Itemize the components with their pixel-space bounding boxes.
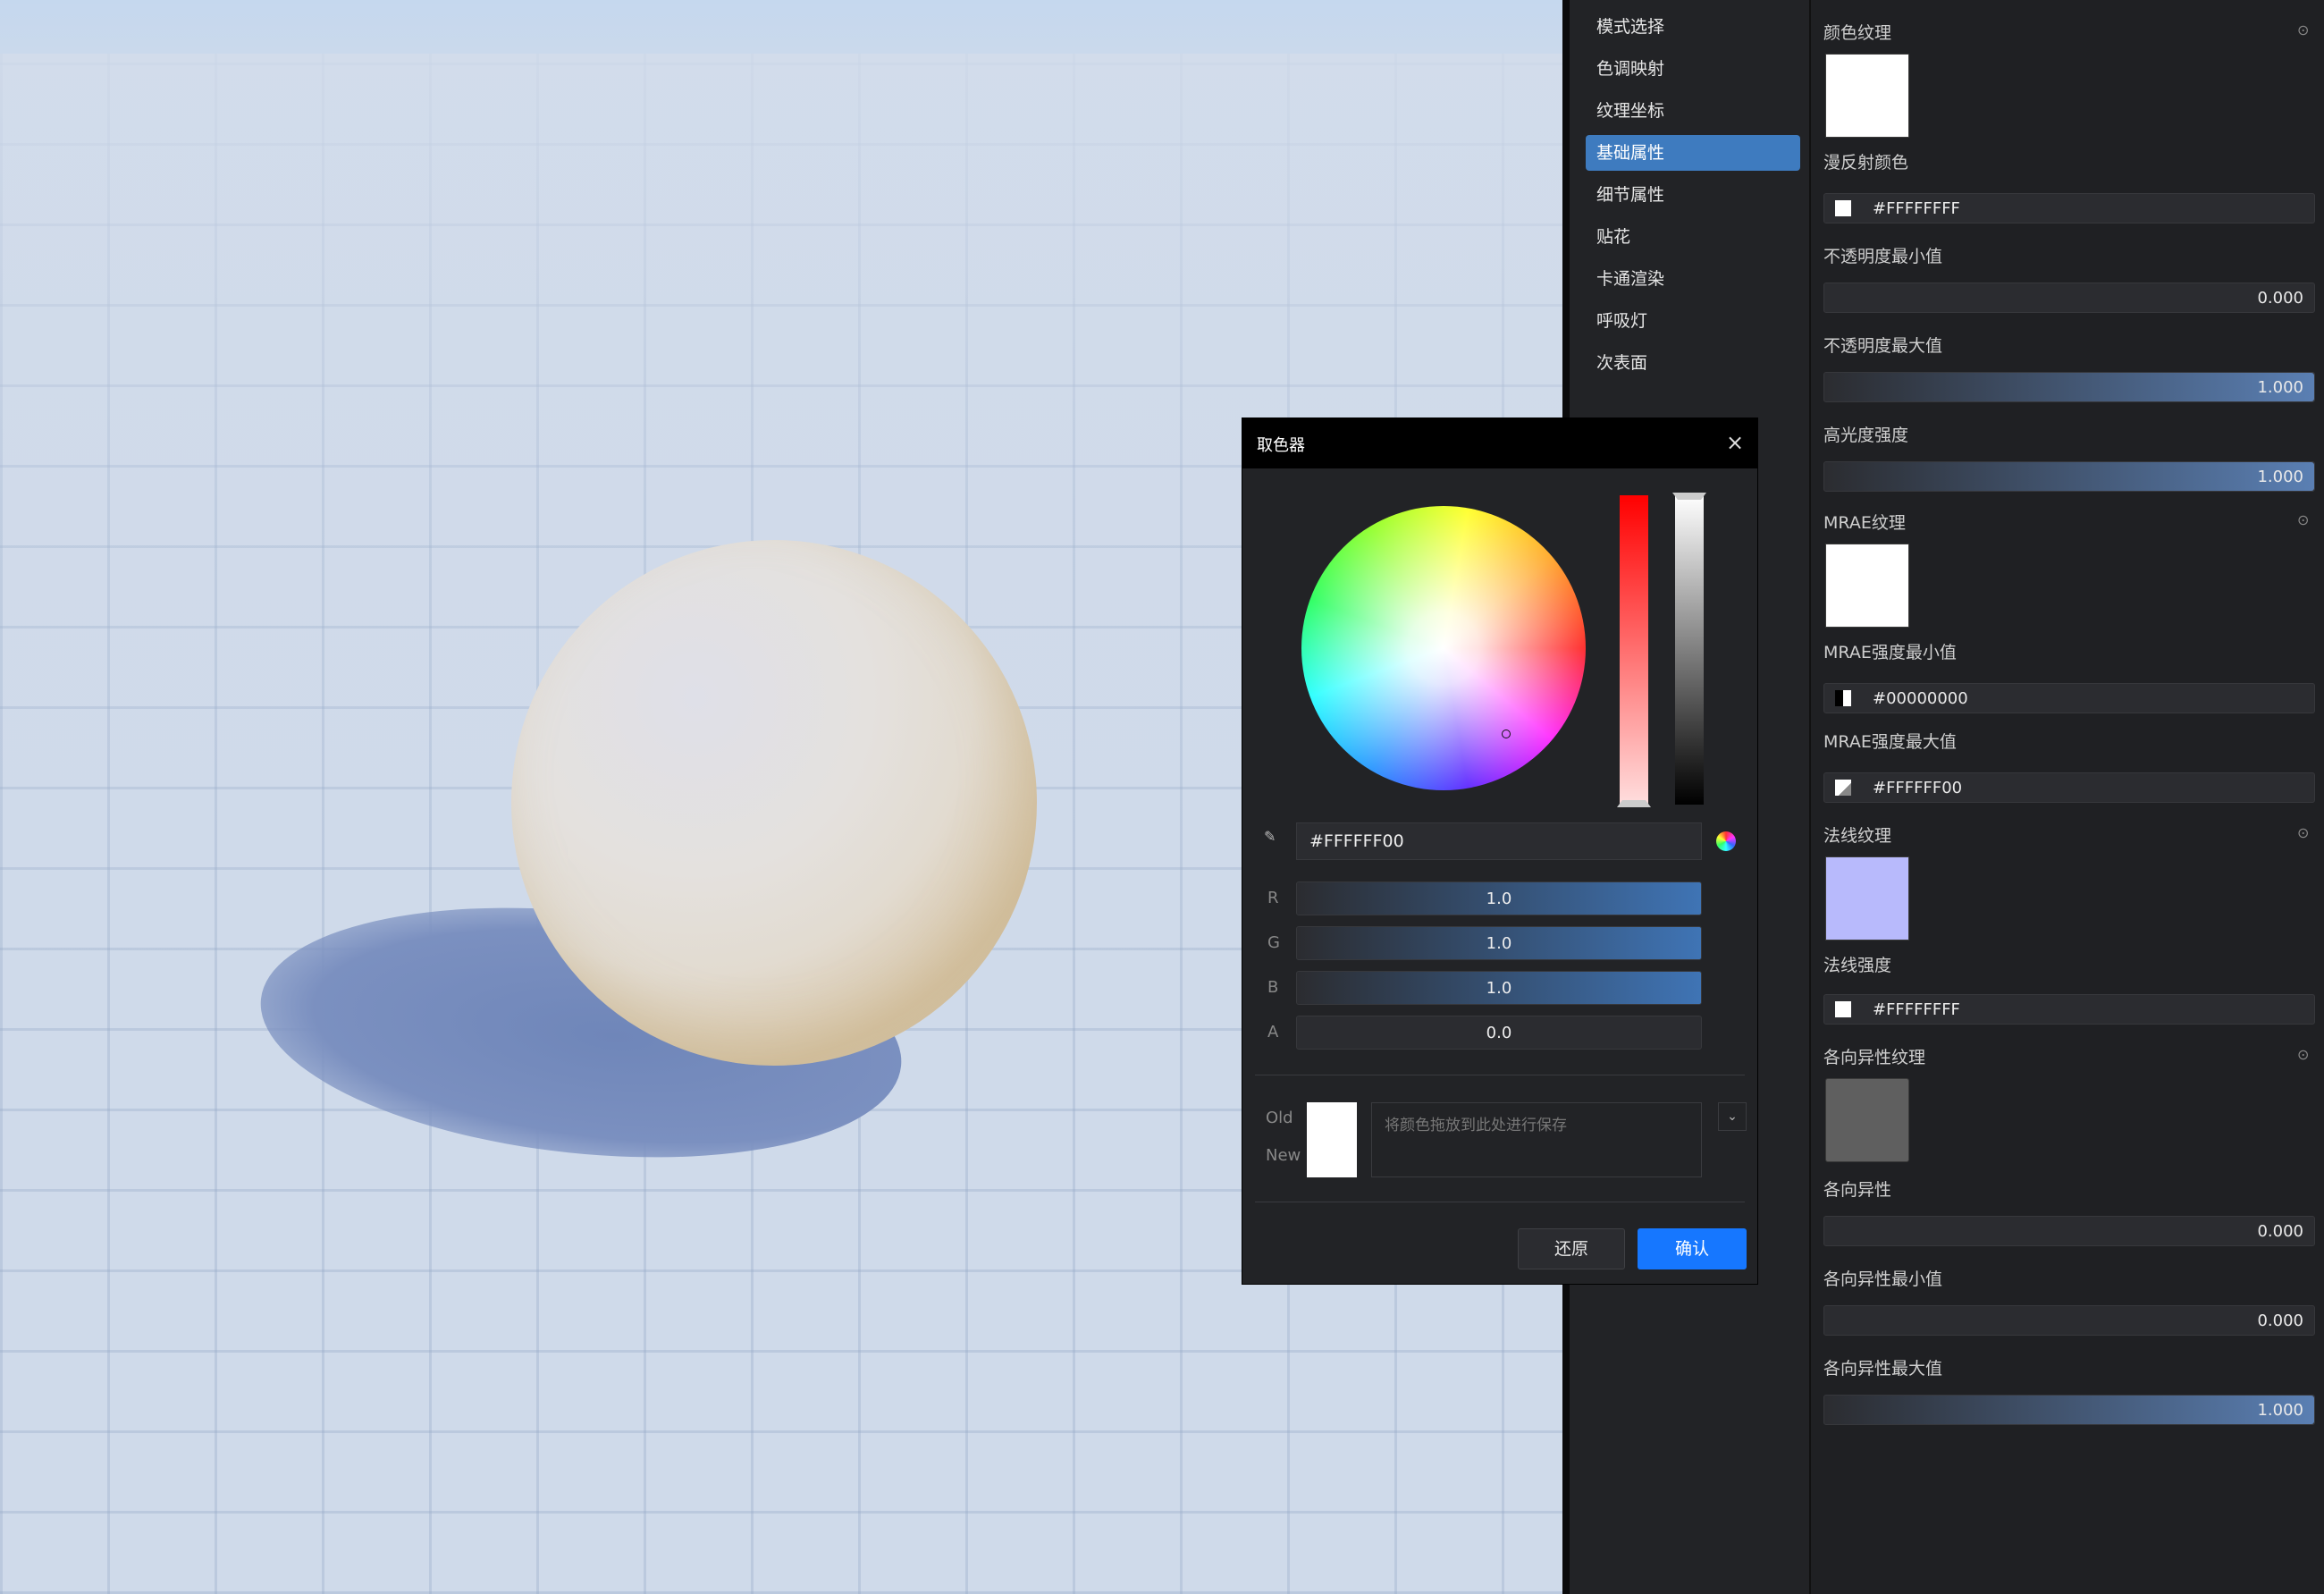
r-value: 1.0 <box>1486 890 1512 908</box>
nav-item-decal[interactable]: 贴花 <box>1586 219 1800 255</box>
g-slider[interactable]: 1.0 <box>1296 926 1702 960</box>
normal-hex: #FFFFFFFF <box>1873 1000 1960 1019</box>
slider-fill <box>1824 1396 2314 1424</box>
wheel-cursor[interactable] <box>1502 730 1511 738</box>
r-label: R <box>1267 889 1279 907</box>
opacity-max-slider[interactable]: 1.000 <box>1823 372 2315 402</box>
slider-handle[interactable] <box>1672 493 1706 500</box>
aniso-min-value: 0.000 <box>2257 1311 2303 1330</box>
slider-handle[interactable] <box>1617 800 1651 807</box>
normal-strength-field[interactable]: #FFFFFFFF <box>1823 994 2315 1025</box>
aniso-max-label: 各向异性最大值 <box>1823 1359 1943 1379</box>
color-chip[interactable] <box>1835 1001 1851 1017</box>
nav-item-basic[interactable]: 基础属性 <box>1586 135 1800 171</box>
location-pin-icon[interactable]: ⊙ <box>2297 511 2315 529</box>
aniso-value: 0.000 <box>2257 1222 2303 1241</box>
color-texture-swatch[interactable] <box>1825 54 1909 138</box>
reset-button[interactable]: 还原 <box>1518 1228 1625 1269</box>
opacity-min-label: 不透明度最小值 <box>1823 247 1943 266</box>
eyedropper-icon[interactable]: ✎ <box>1264 828 1282 846</box>
opacity-max-label: 不透明度最大值 <box>1823 336 1943 356</box>
mrae-texture-label: MRAE纹理 <box>1823 513 1906 533</box>
nav-item-tone-mapping[interactable]: 色调映射 <box>1586 51 1800 87</box>
dialog-title: 取色器 <box>1257 436 1305 455</box>
a-value: 0.0 <box>1486 1024 1512 1042</box>
g-label: G <box>1267 933 1280 952</box>
specular-value: 1.000 <box>2257 468 2303 486</box>
nav-item-mode[interactable]: 模式选择 <box>1586 9 1800 45</box>
color-compare-swatch <box>1307 1102 1357 1177</box>
slider-fill <box>1824 373 2314 401</box>
location-pin-icon[interactable]: ⊙ <box>2297 1046 2315 1064</box>
specular-label: 高光度强度 <box>1823 426 1909 445</box>
color-texture-label: 颜色纹理 <box>1823 23 1892 43</box>
aniso-min-slider[interactable]: 0.000 <box>1823 1305 2315 1336</box>
specular-slider[interactable]: 1.000 <box>1823 461 2315 492</box>
hue-slider[interactable] <box>1617 495 1651 807</box>
mrae-min-hex: #00000000 <box>1873 689 1968 708</box>
nav-item-detail[interactable]: 细节属性 <box>1586 177 1800 213</box>
mrae-max-label: MRAE强度最大值 <box>1823 732 1957 752</box>
r-slider[interactable]: 1.0 <box>1296 881 1702 915</box>
opacity-min-slider[interactable]: 0.000 <box>1823 283 2315 313</box>
diffuse-color-label: 漫反射颜色 <box>1823 153 1909 173</box>
material-sphere[interactable] <box>511 540 1037 1066</box>
a-slider[interactable]: 0.0 <box>1296 1016 1702 1050</box>
hex-input[interactable]: #FFFFFF00 <box>1296 822 1702 860</box>
opacity-min-value: 0.000 <box>2257 289 2303 308</box>
g-value: 1.0 <box>1486 934 1512 953</box>
color-chip[interactable] <box>1835 780 1851 796</box>
chevron-down-icon[interactable]: ⌄ <box>1718 1102 1747 1131</box>
b-value: 1.0 <box>1486 979 1512 998</box>
normal-texture-label: 法线纹理 <box>1823 826 1892 846</box>
location-pin-icon[interactable]: ⊙ <box>2297 21 2315 39</box>
nav-item-breathing-light[interactable]: 呼吸灯 <box>1586 303 1800 339</box>
mrae-min-field[interactable]: #00000000 <box>1823 683 2315 713</box>
normal-strength-label: 法线强度 <box>1823 956 1892 975</box>
color-wheel-icon[interactable] <box>1716 831 1736 851</box>
dialog-header[interactable]: 取色器 × <box>1242 418 1757 468</box>
sky <box>0 0 1562 54</box>
confirm-button[interactable]: 确认 <box>1638 1228 1747 1269</box>
new-color-label: New <box>1266 1146 1301 1165</box>
properties-panel: 颜色纹理 ⊙ 漫反射颜色 #FFFFFFFF 不透明度最小值 0.000 不透明… <box>1809 0 2324 1594</box>
close-icon[interactable]: × <box>1722 429 1748 456</box>
color-chip[interactable] <box>1835 690 1851 706</box>
color-picker-dialog: 取色器 × ✎ #FFFFFF00 R 1.0 G 1.0 B 1.0 A 0.… <box>1242 418 1757 1284</box>
aniso-label: 各向异性 <box>1823 1180 1892 1200</box>
mrae-texture-swatch[interactable] <box>1825 544 1909 628</box>
aniso-texture-label: 各向异性纹理 <box>1823 1048 1926 1067</box>
nav-item-toon[interactable]: 卡通渲染 <box>1586 261 1800 297</box>
aniso-min-label: 各向异性最小值 <box>1823 1269 1943 1289</box>
nav-item-texcoord[interactable]: 纹理坐标 <box>1586 93 1800 129</box>
color-wheel[interactable] <box>1301 506 1586 790</box>
slider-fill <box>1824 462 2314 491</box>
aniso-slider[interactable]: 0.000 <box>1823 1216 2315 1246</box>
aniso-texture-swatch[interactable] <box>1825 1078 1909 1162</box>
normal-texture-swatch[interactable] <box>1825 856 1909 940</box>
a-label: A <box>1267 1023 1279 1042</box>
diffuse-color-hex: #FFFFFFFF <box>1873 199 1960 218</box>
color-chip[interactable] <box>1835 200 1851 216</box>
opacity-max-value: 1.000 <box>2257 378 2303 397</box>
brightness-slider[interactable] <box>1672 493 1706 805</box>
old-color-label: Old <box>1266 1109 1293 1127</box>
b-slider[interactable]: 1.0 <box>1296 971 1702 1005</box>
aniso-max-value: 1.000 <box>2257 1401 2303 1420</box>
nav-item-subsurface[interactable]: 次表面 <box>1586 345 1800 381</box>
aniso-max-slider[interactable]: 1.000 <box>1823 1395 2315 1425</box>
mrae-max-field[interactable]: #FFFFFF00 <box>1823 772 2315 803</box>
mrae-min-label: MRAE强度最小值 <box>1823 643 1957 662</box>
location-pin-icon[interactable]: ⊙ <box>2297 824 2315 842</box>
mrae-max-hex: #FFFFFF00 <box>1873 779 1963 797</box>
color-save-dropzone[interactable]: 将颜色拖放到此处进行保存 <box>1371 1102 1702 1177</box>
diffuse-color-field[interactable]: #FFFFFFFF <box>1823 193 2315 223</box>
b-label: B <box>1267 978 1279 997</box>
